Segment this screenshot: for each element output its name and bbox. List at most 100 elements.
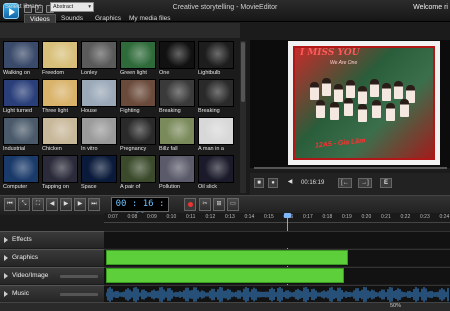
expand-arrow-icon[interactable] [4, 255, 8, 261]
media-thumbnail[interactable] [159, 117, 195, 145]
fullscreen-icon[interactable]: ⛶ [32, 198, 44, 211]
media-thumbnail[interactable] [198, 155, 234, 183]
media-grid: Walking on Freedom Lonley Green light One Lig… [3, 41, 237, 193]
go-end-icon[interactable]: ⏭ [88, 198, 100, 211]
media-item[interactable]: Chicken [42, 117, 78, 154]
tab-sounds[interactable]: Sounds [56, 14, 88, 23]
media-item[interactable]: Industrial [3, 117, 39, 154]
media-item[interactable]: House [81, 79, 117, 116]
media-thumbnail[interactable] [3, 79, 39, 107]
media-thumbnail[interactable] [3, 41, 39, 69]
volume-icon[interactable]: ◀ [285, 178, 295, 188]
media-item[interactable]: Space [81, 155, 117, 192]
media-thumbnail[interactable] [120, 79, 156, 107]
forward-icon[interactable]: ▶ [74, 198, 86, 211]
person-figure [322, 78, 331, 96]
zoom-level[interactable]: 50% [390, 303, 401, 309]
media-item[interactable]: Walking on [3, 41, 39, 78]
media-thumbnail[interactable] [42, 117, 78, 145]
media-thumbnail[interactable] [81, 155, 117, 183]
media-thumbnail[interactable] [159, 41, 195, 69]
mark-out-icon[interactable]: →] [358, 178, 372, 188]
media-item[interactable]: Computer [3, 155, 39, 192]
video-clip[interactable] [106, 268, 344, 283]
media-thumbnail[interactable] [81, 41, 117, 69]
media-item[interactable]: Billz fall [159, 117, 195, 154]
ruler-tick-label: 0:23 [420, 214, 430, 220]
clip-end-marker[interactable] [344, 268, 349, 283]
grid-scrollbar-thumb[interactable] [241, 42, 245, 102]
media-item[interactable]: One [159, 41, 195, 78]
person-figure [334, 84, 343, 102]
media-thumbnail[interactable] [3, 155, 39, 183]
media-item[interactable]: Tapping on [42, 155, 78, 192]
record-icon[interactable] [184, 198, 196, 211]
track-header-music[interactable]: Music [0, 285, 104, 302]
comment-icon[interactable]: ▭ [227, 198, 239, 211]
media-thumbnail[interactable] [198, 79, 234, 107]
media-item[interactable]: Fighting [120, 79, 156, 116]
edit-icon[interactable]: E [380, 178, 392, 188]
media-item[interactable]: Three light [42, 79, 78, 116]
person-figure [372, 100, 381, 118]
mark-in-icon[interactable]: [← [338, 178, 352, 188]
trim-icon[interactable]: ⊞ [213, 198, 225, 211]
media-item[interactable]: A pair of [120, 155, 156, 192]
track-header-graphics[interactable]: Graphics [0, 249, 104, 266]
track-lane-effects[interactable] [104, 231, 450, 248]
graphics-clip[interactable] [106, 250, 348, 265]
track-header-effects[interactable]: Effects [0, 231, 104, 248]
media-thumbnail[interactable] [3, 117, 39, 145]
playhead-handle[interactable] [284, 213, 291, 218]
media-item[interactable]: Oil slick [198, 155, 234, 192]
track-volume-slider[interactable] [60, 293, 98, 296]
media-thumbnail[interactable] [198, 41, 234, 69]
preview-progress-bar[interactable] [254, 167, 447, 169]
tab-my-media-files[interactable]: My media files [124, 14, 176, 23]
welcome-text: Welcome ri [413, 4, 448, 11]
library-select[interactable]: Abstract [50, 2, 94, 12]
person-figure [386, 103, 395, 121]
person-figure [382, 83, 391, 101]
preview-play-icon[interactable]: ■ [254, 178, 264, 188]
go-start-icon[interactable]: ⏮ [4, 198, 16, 211]
ruler-tick-label: 0:15 [264, 214, 274, 220]
preview-stop-icon[interactable]: ● [268, 178, 278, 188]
media-item[interactable]: Pregnancy [120, 117, 156, 154]
media-item[interactable]: Freedom [42, 41, 78, 78]
expand-arrow-icon[interactable] [4, 273, 8, 279]
media-thumbnail[interactable] [42, 79, 78, 107]
split-icon[interactable]: ✂ [199, 198, 211, 211]
media-thumbnail[interactable] [120, 117, 156, 145]
media-item[interactable]: A man in a [198, 117, 234, 154]
expand-arrow-icon[interactable] [4, 237, 8, 243]
rewind-icon[interactable]: ◀ [46, 198, 58, 211]
media-item[interactable]: In vitro [81, 117, 117, 154]
media-item[interactable]: Lightbulb [198, 41, 234, 78]
library-bar [0, 23, 240, 38]
media-item[interactable]: Breaking [198, 79, 234, 116]
media-thumbnail[interactable] [81, 117, 117, 145]
media-thumbnail[interactable] [159, 155, 195, 183]
media-thumbnail[interactable] [81, 79, 117, 107]
expand-arrow-icon[interactable] [4, 291, 8, 297]
media-thumbnail[interactable] [159, 79, 195, 107]
media-item[interactable]: Pollution [159, 155, 195, 192]
media-thumbnail[interactable] [42, 41, 78, 69]
tab-videos[interactable]: Videos [24, 14, 56, 23]
tab-graphics[interactable]: Graphics [90, 14, 126, 23]
media-thumbnail[interactable] [198, 117, 234, 145]
media-item[interactable]: Lonley [81, 41, 117, 78]
music-waveform[interactable] [106, 287, 450, 302]
media-thumbnail[interactable] [42, 155, 78, 183]
play-icon[interactable]: ▶ [60, 198, 72, 211]
track-header-video-image[interactable]: Video/Image [0, 267, 104, 284]
media-thumbnail[interactable] [120, 41, 156, 69]
media-item[interactable]: Green light [120, 41, 156, 78]
media-label: In vitro [81, 146, 98, 152]
media-thumbnail[interactable] [120, 155, 156, 183]
fit-icon[interactable]: ⤡ [18, 198, 30, 211]
media-item[interactable]: Breaking [159, 79, 195, 116]
media-item[interactable]: Light turned [3, 79, 39, 116]
track-volume-slider[interactable] [60, 275, 98, 278]
